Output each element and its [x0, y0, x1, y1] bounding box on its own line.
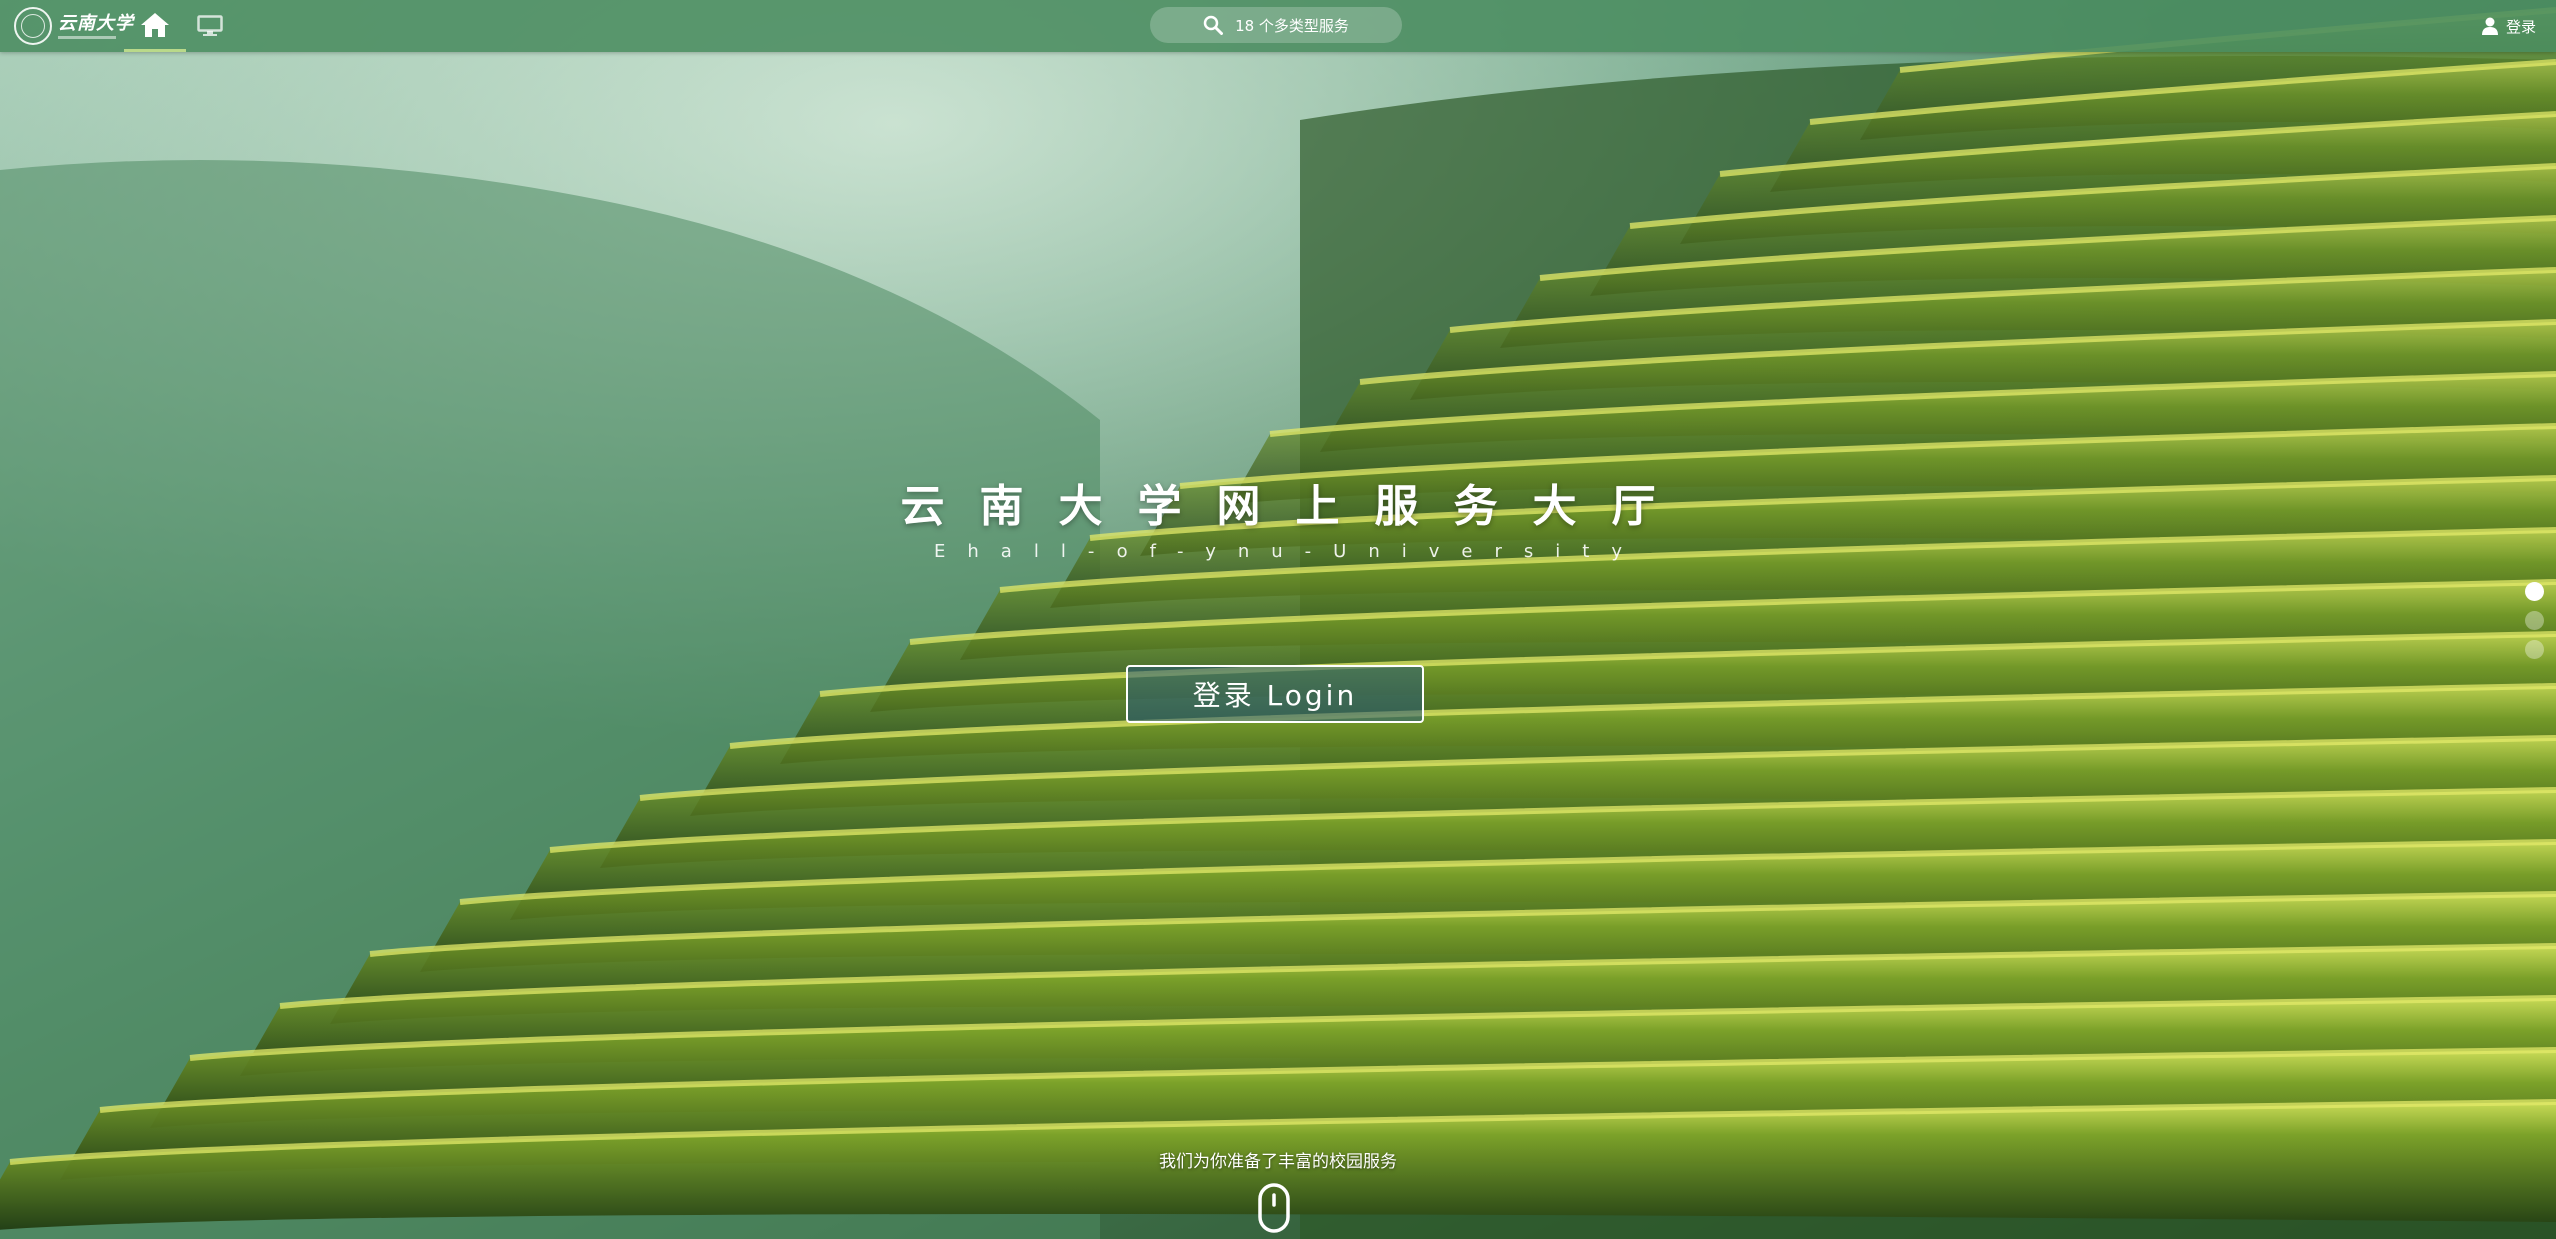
background-image: [0, 0, 2556, 1239]
search-text: 18 个多类型服务: [1235, 16, 1349, 35]
logo-text: 云南大学: [58, 12, 134, 34]
nav-home[interactable]: [124, 0, 186, 52]
desktop-icon: [197, 15, 223, 36]
pager-dot-2[interactable]: [2525, 611, 2544, 630]
hero-title: 云南大学网上服务大厅: [900, 481, 1691, 532]
header-login-label: 登录: [2505, 17, 2536, 36]
university-logo[interactable]: 云南大学: [14, 6, 134, 46]
header-login-link[interactable]: 登录: [2481, 0, 2536, 52]
logo-underline: [58, 35, 116, 39]
nav-desktop[interactable]: [190, 0, 230, 52]
mouse-scroll-icon[interactable]: [1257, 1183, 1291, 1233]
university-seal-icon: [14, 7, 52, 45]
service-search[interactable]: 18 个多类型服务: [1150, 7, 1402, 43]
pager-dot-1[interactable]: [2525, 582, 2544, 601]
pager-dot-3[interactable]: [2525, 640, 2544, 659]
user-icon: [2481, 17, 2498, 35]
services-caption: 我们为你准备了丰富的校园服务: [1159, 1152, 1397, 1172]
search-icon: [1203, 15, 1224, 35]
top-navigation-bar: 云南大学 18 个多类型服务 登录: [0, 0, 2556, 52]
section-pager: [2525, 582, 2544, 659]
hero-login-button[interactable]: 登录 Login: [1126, 665, 1424, 723]
home-icon: [141, 12, 169, 37]
hero-subtitle: Ehall-of-ynu-University: [934, 541, 1644, 562]
